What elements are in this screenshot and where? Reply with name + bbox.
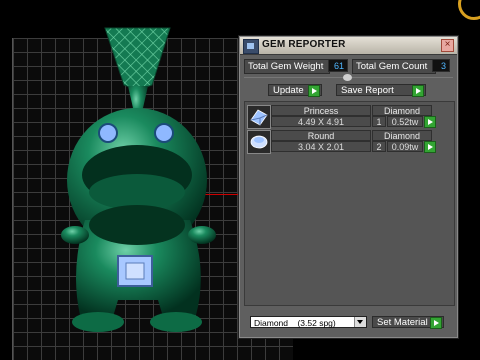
- total-count-label: Total Gem Count: [352, 59, 436, 74]
- gem-qty: 1: [372, 116, 386, 127]
- gem-select-button[interactable]: [424, 141, 436, 153]
- gem-size: 4.49 X 4.91: [271, 116, 371, 127]
- total-weight-label: Total Gem Weight: [244, 59, 330, 74]
- list-item[interactable]: Princess Diamond 4.49 X 4.91 1 0.52tw: [247, 105, 452, 129]
- app-icon: [243, 39, 259, 54]
- panel-titlebar[interactable]: GEM REPORTER ×: [240, 37, 457, 55]
- splitter-handle[interactable]: [343, 74, 352, 81]
- gem-size: 3.04 X 2.01: [271, 141, 371, 152]
- play-icon: [412, 85, 424, 97]
- panel-title: GEM REPORTER: [262, 39, 346, 50]
- pendant-model[interactable]: [40, 20, 240, 360]
- material-select-value: Diamond (3.52 spg): [254, 318, 336, 328]
- total-weight-value: 61: [328, 59, 348, 72]
- gem-qty: 2: [372, 141, 386, 152]
- view-gizmo-icon[interactable]: [458, 0, 480, 20]
- gem-list[interactable]: Princess Diamond 4.49 X 4.91 1 0.52tw Ro…: [244, 101, 455, 306]
- totals-row: Total Gem Weight 61 Total Gem Count 3: [244, 59, 453, 74]
- save-report-label: Save Report: [341, 85, 394, 96]
- set-material-button[interactable]: Set Material: [372, 316, 444, 329]
- gem-material: Diamond: [372, 130, 432, 141]
- gem-select-button[interactable]: [424, 116, 436, 128]
- play-icon: [308, 85, 320, 97]
- material-select[interactable]: Diamond (3.52 spg): [250, 316, 367, 328]
- gem-weight: 0.09tw: [387, 141, 423, 152]
- list-item[interactable]: Round Diamond 3.04 X 2.01 2 0.09tw: [247, 130, 452, 154]
- gem-weight: 0.52tw: [387, 116, 423, 127]
- gem-reporter-panel: GEM REPORTER × Total Gem Weight 61 Total…: [239, 36, 458, 338]
- close-button[interactable]: ×: [441, 39, 454, 52]
- princess-gem-icon: [247, 105, 271, 129]
- total-count-value: 3: [432, 59, 450, 72]
- round-gem-icon: [247, 130, 271, 154]
- gem-cut: Princess: [271, 105, 371, 116]
- save-report-button[interactable]: Save Report: [336, 84, 426, 97]
- chevron-down-icon[interactable]: [354, 317, 366, 327]
- gem-cut: Round: [271, 130, 371, 141]
- material-bar: Diamond (3.52 spg) Set Material: [244, 313, 453, 333]
- gem-material: Diamond: [372, 105, 432, 116]
- set-material-label: Set Material: [377, 317, 428, 328]
- play-icon: [430, 317, 442, 329]
- update-button[interactable]: Update: [268, 84, 322, 97]
- update-label: Update: [273, 85, 304, 96]
